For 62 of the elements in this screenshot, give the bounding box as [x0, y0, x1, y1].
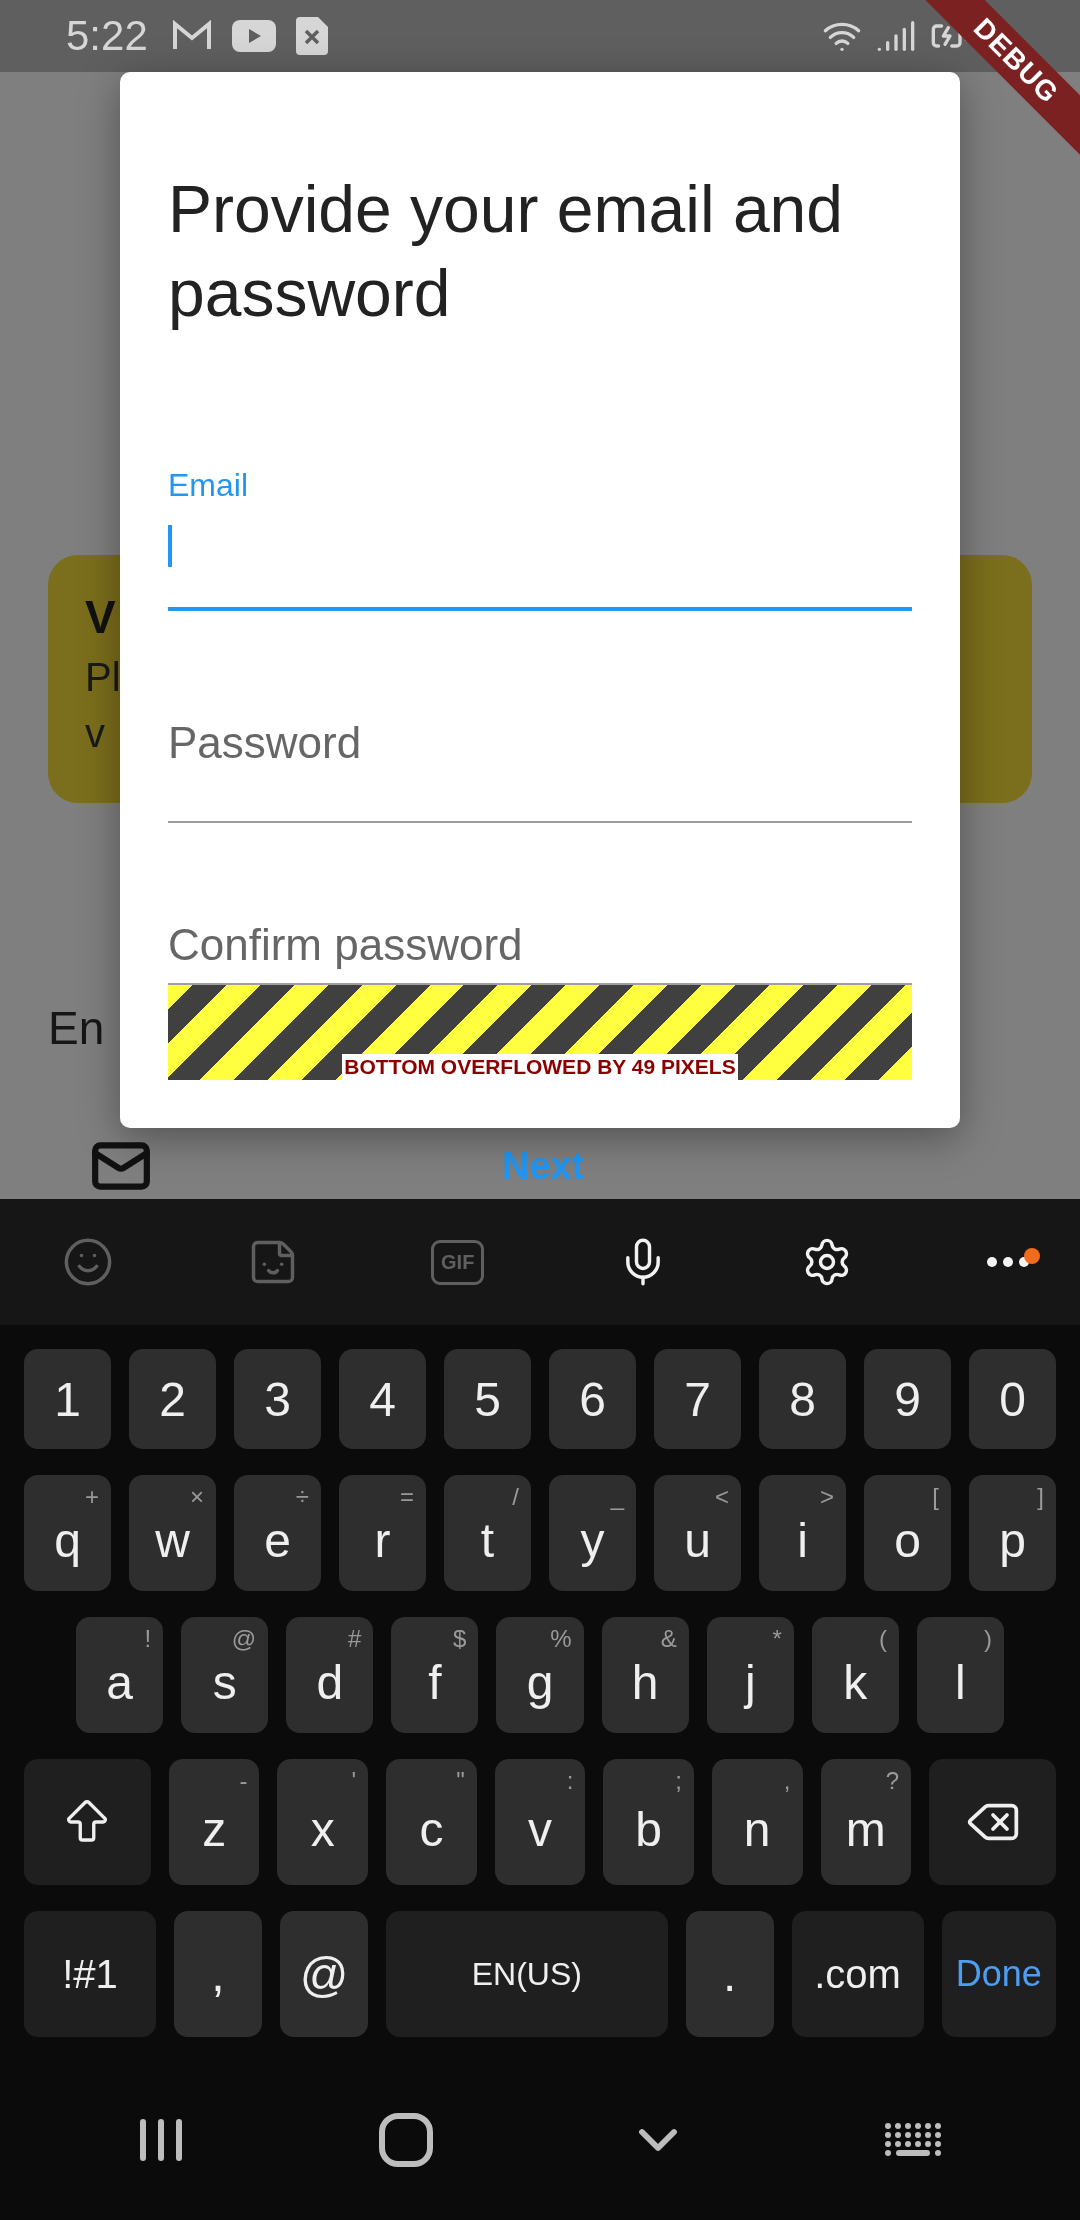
- card-text: v: [85, 711, 105, 755]
- keyboard-key[interactable]: v :: [494, 1759, 586, 1885]
- play-icon: [231, 20, 276, 52]
- keyboard-key[interactable]: ,: [174, 1911, 262, 2037]
- keyboard-key[interactable]: y _: [549, 1475, 636, 1591]
- keyboard-key[interactable]: o [: [864, 1475, 951, 1591]
- dialog-title: Provide your email and password: [168, 171, 845, 332]
- keyboard-key[interactable]: h &: [601, 1617, 689, 1733]
- text-field[interactable]: Password: [168, 673, 912, 823]
- text-cursor: [168, 525, 172, 567]
- keyboard-key[interactable]: d #: [286, 1617, 374, 1733]
- keyboard-key[interactable]: x ': [277, 1759, 369, 1885]
- keyboard-key[interactable]: l ): [916, 1617, 1004, 1733]
- keyboard-key[interactable]: Done: [941, 1911, 1056, 2037]
- keyboard-key[interactable]: s @: [181, 1617, 269, 1733]
- keyboard-key[interactable]: !#1: [24, 1911, 156, 2037]
- home-icon[interactable]: [378, 2112, 434, 2168]
- keyboard-key[interactable]: @: [280, 1911, 368, 2037]
- keyboard-key[interactable]: 7: [654, 1349, 741, 1449]
- space-key[interactable]: EN(US): [386, 1911, 668, 2037]
- keyboard-key[interactable]: z -: [168, 1759, 260, 1885]
- backspace-key[interactable]: [929, 1759, 1056, 1885]
- more-icon: [986, 1256, 1030, 1268]
- smiley-icon: [62, 1236, 114, 1288]
- keyboard-key[interactable]: k (: [811, 1617, 899, 1733]
- keyboard-key[interactable]: r =: [339, 1475, 426, 1591]
- text-field[interactable]: Confirm password: [168, 885, 912, 975]
- toolbar-button[interactable]: [986, 1256, 1030, 1268]
- keyboard-key[interactable]: 3: [234, 1349, 321, 1449]
- file-icon: [295, 17, 328, 55]
- keyboard-key[interactable]: w ×: [129, 1475, 216, 1591]
- overflow-warning: BOTTOM OVERFLOWED BY 49 PIXELS: [342, 1054, 738, 1080]
- keyboard-key[interactable]: 1: [24, 1349, 111, 1449]
- clock-time: 5:22: [66, 12, 148, 60]
- keyboard-key[interactable]: g %: [496, 1617, 584, 1733]
- keyboard-key[interactable]: q +: [24, 1475, 111, 1591]
- keyboard-key[interactable]: f $: [391, 1617, 479, 1733]
- label-text: En: [48, 1001, 105, 1055]
- keyboard-key[interactable]: e ÷: [234, 1475, 321, 1591]
- keyboard-key[interactable]: 8: [759, 1349, 846, 1449]
- keyboard-key[interactable]: j *: [706, 1617, 794, 1733]
- keyboard-key[interactable]: 9: [864, 1349, 951, 1449]
- keyboard-key[interactable]: 4: [339, 1349, 426, 1449]
- keyboard-key[interactable]: 2: [129, 1349, 216, 1449]
- keyboard-key[interactable]: b ;: [603, 1759, 694, 1885]
- keyboard-key[interactable]: .com: [791, 1911, 924, 2037]
- keyboard-key[interactable]: u <: [654, 1475, 741, 1591]
- keyboard-key[interactable]: m ?: [820, 1759, 912, 1885]
- mail-icon: [171, 20, 212, 52]
- card-text: Pl: [85, 655, 121, 699]
- keyboard-key[interactable]: t /: [444, 1475, 531, 1591]
- keyboard-key[interactable]: c ": [386, 1759, 477, 1885]
- card-title: V: [85, 591, 116, 643]
- keyboard-key[interactable]: 6: [549, 1349, 636, 1449]
- keyboard-key[interactable]: a !: [76, 1617, 164, 1733]
- keyboard-key[interactable]: p ]: [969, 1475, 1056, 1591]
- shift-key[interactable]: [24, 1759, 151, 1885]
- keyboard-key[interactable]: n ,: [711, 1759, 803, 1885]
- keyboard-key[interactable]: 5: [444, 1349, 531, 1449]
- keyboard-key[interactable]: 0: [969, 1349, 1056, 1449]
- keyboard-key[interactable]: .: [685, 1911, 774, 2037]
- keyboard-key[interactable]: i >: [759, 1475, 846, 1591]
